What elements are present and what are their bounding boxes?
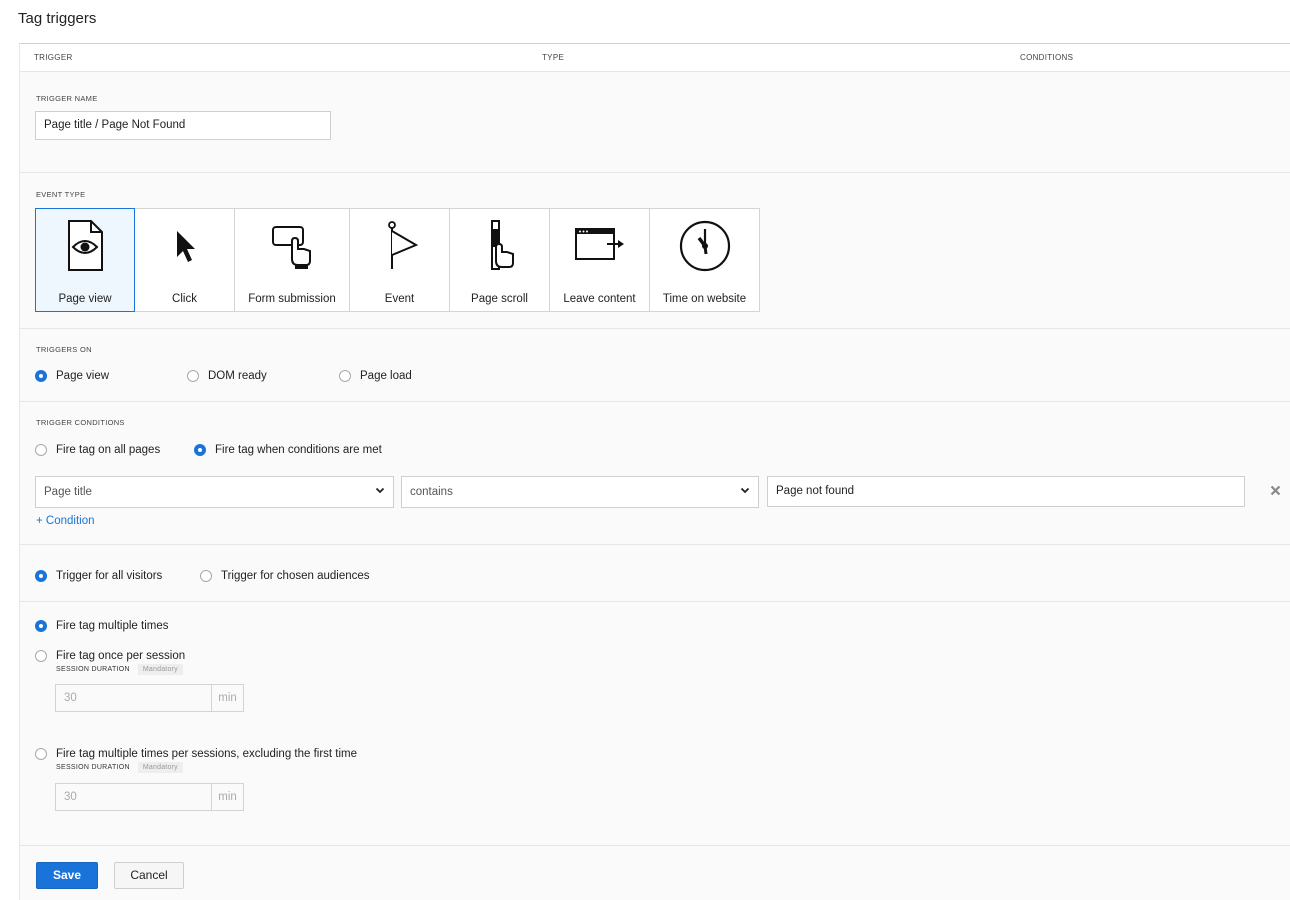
form-submission-icon bbox=[268, 219, 316, 276]
event-type-options: Page view Click Form submission Event Pa… bbox=[35, 208, 760, 312]
radio-label: DOM ready bbox=[208, 370, 267, 382]
event-option-click[interactable]: Click bbox=[134, 208, 235, 312]
radio-label: Page load bbox=[360, 370, 412, 382]
trigger-conditions-label: TRIGGER CONDITIONS bbox=[36, 418, 125, 427]
column-header-trigger[interactable]: TRIGGER bbox=[34, 53, 73, 62]
trigger-all-visitors-radio[interactable]: Trigger for all visitors bbox=[35, 570, 162, 582]
radio-unselected-icon bbox=[200, 570, 212, 582]
fire-when-conditions-met-radio[interactable]: Fire tag when conditions are met bbox=[194, 444, 382, 456]
column-header-conditions[interactable]: CONDITIONS bbox=[1020, 53, 1073, 62]
radio-label: Fire tag when conditions are met bbox=[215, 444, 382, 456]
trigger-editor-panel: TRIGGER TYPE CONDITIONS TRIGGER NAME Pag… bbox=[19, 43, 1290, 900]
session-duration-unit: min bbox=[212, 783, 244, 811]
page-title: Tag triggers bbox=[18, 10, 97, 27]
event-option-page-scroll[interactable]: Page scroll bbox=[449, 208, 550, 312]
event-option-form-submission[interactable]: Form submission bbox=[234, 208, 350, 312]
radio-label: Page view bbox=[56, 370, 110, 382]
trigger-name-input[interactable]: Page title / Page Not Found bbox=[35, 111, 331, 140]
session-duration-input[interactable]: 30 bbox=[55, 783, 212, 811]
flag-icon bbox=[378, 219, 422, 276]
session-duration-label: SESSION DURATION Mandatory bbox=[56, 762, 183, 773]
session-duration-field: 30 min bbox=[55, 684, 244, 712]
fire-multiple-excluding-first-radio[interactable]: Fire tag multiple times per sessions, ex… bbox=[35, 748, 357, 760]
event-option-time-on-website[interactable]: Time on website bbox=[649, 208, 760, 312]
radio-label: Trigger for chosen audiences bbox=[221, 570, 370, 582]
session-duration-label: SESSION DURATION Mandatory bbox=[56, 664, 183, 675]
cursor-icon bbox=[163, 219, 207, 276]
radio-label: Trigger for all visitors bbox=[56, 570, 163, 582]
add-condition-link[interactable]: + Condition bbox=[36, 515, 95, 527]
table-header: TRIGGER TYPE CONDITIONS bbox=[20, 44, 1290, 72]
event-option-leave-content[interactable]: Leave content bbox=[549, 208, 650, 312]
radio-unselected-icon bbox=[35, 444, 47, 456]
radio-label: Fire tag multiple times bbox=[56, 620, 169, 632]
radio-selected-icon bbox=[194, 444, 206, 456]
chevron-down-icon bbox=[375, 485, 385, 498]
event-option-label: Leave content bbox=[563, 293, 636, 305]
event-option-label: Page scroll bbox=[471, 293, 528, 305]
radio-label: Fire tag multiple times per sessions, ex… bbox=[56, 748, 358, 760]
triggers-on-page-view-radio[interactable]: Page view bbox=[35, 370, 109, 382]
divider bbox=[20, 172, 1290, 173]
divider bbox=[20, 845, 1290, 846]
triggers-on-page-load-radio[interactable]: Page load bbox=[339, 370, 412, 382]
leave-content-icon bbox=[573, 219, 627, 276]
triggers-on-dom-ready-radio[interactable]: DOM ready bbox=[187, 370, 267, 382]
session-duration-field: 30 min bbox=[55, 783, 244, 811]
fire-multiple-times-radio[interactable]: Fire tag multiple times bbox=[35, 620, 168, 632]
remove-condition-icon[interactable] bbox=[1270, 484, 1281, 499]
save-button[interactable]: Save bbox=[36, 862, 98, 889]
event-option-label: Click bbox=[172, 293, 197, 305]
cancel-button[interactable]: Cancel bbox=[114, 862, 184, 889]
session-duration-input[interactable]: 30 bbox=[55, 684, 212, 712]
event-option-page-view[interactable]: Page view bbox=[35, 208, 135, 312]
condition-operator-select[interactable]: contains bbox=[401, 476, 759, 508]
divider bbox=[20, 601, 1290, 602]
select-value: contains bbox=[410, 486, 453, 498]
condition-field-select[interactable]: Page title bbox=[35, 476, 394, 508]
event-type-label: EVENT TYPE bbox=[36, 190, 86, 199]
fire-once-per-session-radio[interactable]: Fire tag once per session bbox=[35, 650, 185, 662]
divider bbox=[20, 328, 1290, 329]
column-header-type[interactable]: TYPE bbox=[542, 53, 564, 62]
event-option-label: Time on website bbox=[662, 293, 747, 305]
event-option-label: Page view bbox=[58, 293, 112, 305]
mandatory-badge: Mandatory bbox=[137, 762, 183, 773]
chevron-down-icon bbox=[740, 485, 750, 498]
radio-label: Fire tag once per session bbox=[56, 650, 186, 662]
trigger-chosen-audiences-radio[interactable]: Trigger for chosen audiences bbox=[200, 570, 370, 582]
event-option-label: Form submission bbox=[248, 293, 336, 305]
radio-label: Fire tag on all pages bbox=[56, 444, 161, 456]
radio-unselected-icon bbox=[35, 748, 47, 760]
trigger-name-label: TRIGGER NAME bbox=[36, 94, 98, 103]
condition-value-input[interactable]: Page not found bbox=[767, 476, 1245, 507]
session-duration-text: SESSION DURATION bbox=[56, 666, 130, 673]
radio-selected-icon bbox=[35, 570, 47, 582]
page-scroll-icon bbox=[478, 219, 522, 276]
divider bbox=[20, 544, 1290, 545]
event-option-event[interactable]: Event bbox=[349, 208, 450, 312]
fire-on-all-pages-radio[interactable]: Fire tag on all pages bbox=[35, 444, 160, 456]
divider bbox=[20, 401, 1290, 402]
select-value: Page title bbox=[44, 486, 92, 498]
session-duration-unit: min bbox=[212, 684, 244, 712]
radio-unselected-icon bbox=[187, 370, 199, 382]
radio-selected-icon bbox=[35, 370, 47, 382]
page-view-icon bbox=[63, 219, 107, 276]
triggers-on-label: TRIGGERS ON bbox=[36, 345, 92, 354]
clock-icon bbox=[678, 219, 732, 276]
event-option-label: Event bbox=[384, 293, 415, 305]
mandatory-badge: Mandatory bbox=[137, 664, 183, 675]
session-duration-text: SESSION DURATION bbox=[56, 764, 130, 771]
radio-selected-icon bbox=[35, 620, 47, 632]
radio-unselected-icon bbox=[35, 650, 47, 662]
radio-unselected-icon bbox=[339, 370, 351, 382]
